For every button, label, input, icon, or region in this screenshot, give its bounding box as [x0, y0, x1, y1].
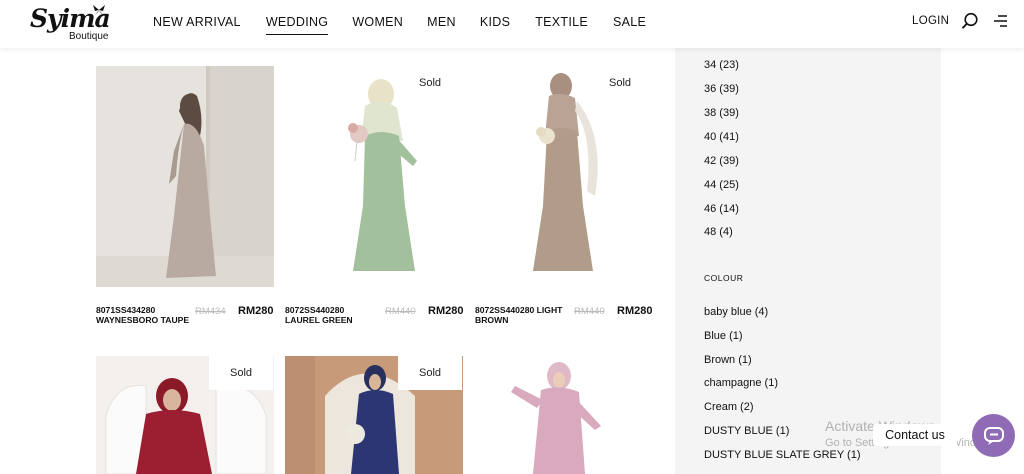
contact-us-label[interactable]: Contact us [873, 424, 957, 446]
product-price: RM280 [238, 305, 274, 317]
product-price: RM280 [428, 305, 464, 317]
filter-size-option[interactable]: 44 (25) [704, 179, 739, 191]
filter-size-option[interactable]: 48 (4) [704, 226, 733, 238]
filter-colour-option[interactable]: baby blue (4) [704, 306, 768, 318]
filter-colour-option[interactable]: Cream (2) [704, 401, 754, 413]
menu-icon[interactable] [992, 13, 1008, 29]
product-image[interactable] [96, 66, 274, 287]
product-photo-waynesboro [96, 66, 274, 287]
main-nav: NEW ARRIVAL WEDDING WOMEN MEN KIDS TEXTI… [153, 15, 646, 35]
sold-badge: Sold [209, 356, 273, 390]
login-link[interactable]: LOGIN [912, 15, 949, 27]
logo-sub-text: Boutique [69, 31, 109, 42]
filter-colour-option[interactable]: champagne (1) [704, 377, 778, 389]
butterfly-icon [93, 5, 105, 15]
filter-sidebar: 34 (23) 36 (39) 38 (39) 40 (41) 42 (39) … [675, 48, 941, 474]
filter-size-option[interactable]: 38 (39) [704, 107, 739, 119]
logo[interactable]: Syima Boutique [30, 4, 111, 44]
nav-textile[interactable]: TEXTILE [535, 15, 588, 35]
product-old-price: RM434 [195, 306, 226, 317]
filter-colour-option[interactable]: DUSTY BLUE (1) [704, 425, 789, 437]
filter-size-option[interactable]: 42 (39) [704, 155, 739, 167]
product-old-price: RM440 [385, 306, 416, 317]
filter-colour-option[interactable]: Brown (1) [704, 354, 752, 366]
chat-button[interactable] [972, 414, 1015, 457]
filter-size-option[interactable]: 46 (14) [704, 203, 739, 215]
filter-size-option[interactable]: 34 (23) [704, 59, 739, 71]
nav-wedding[interactable]: WEDDING [265, 15, 329, 35]
product-price: RM280 [617, 305, 653, 317]
sold-badge: Sold [398, 356, 462, 390]
colour-filter-heading: COLOUR [704, 273, 744, 283]
product-old-price: RM440 [574, 306, 605, 317]
chat-icon [983, 426, 1004, 445]
sold-badge: Sold [398, 66, 462, 100]
search-icon[interactable] [961, 12, 979, 30]
product-name[interactable]: 8071SS434280 WAYNESBORO TAUPE [96, 305, 191, 325]
product-photo-lilac [475, 356, 653, 474]
nav-men[interactable]: MEN [427, 15, 456, 35]
sold-badge: Sold [588, 66, 652, 100]
product-name[interactable]: 8072SS440280 LAUREL GREEN [285, 305, 380, 325]
site-header: Syima Boutique NEW ARRIVAL WEDDING WOMEN… [0, 0, 1024, 48]
filter-size-option[interactable]: 36 (39) [704, 83, 739, 95]
product-image[interactable] [475, 356, 653, 474]
filter-colour-option[interactable]: Blue (1) [704, 330, 743, 342]
nav-women[interactable]: WOMEN [352, 15, 403, 35]
nav-new-arrival[interactable]: NEW ARRIVAL [153, 15, 241, 35]
nav-kids[interactable]: KIDS [480, 15, 510, 35]
filter-size-option[interactable]: 40 (41) [704, 131, 739, 143]
nav-sale[interactable]: SALE [613, 15, 646, 35]
product-name[interactable]: 8072SS440280 LIGHT BROWN [475, 305, 570, 325]
filter-colour-option[interactable]: DUSTY BLUE SLATE GREY (1) [704, 449, 861, 461]
